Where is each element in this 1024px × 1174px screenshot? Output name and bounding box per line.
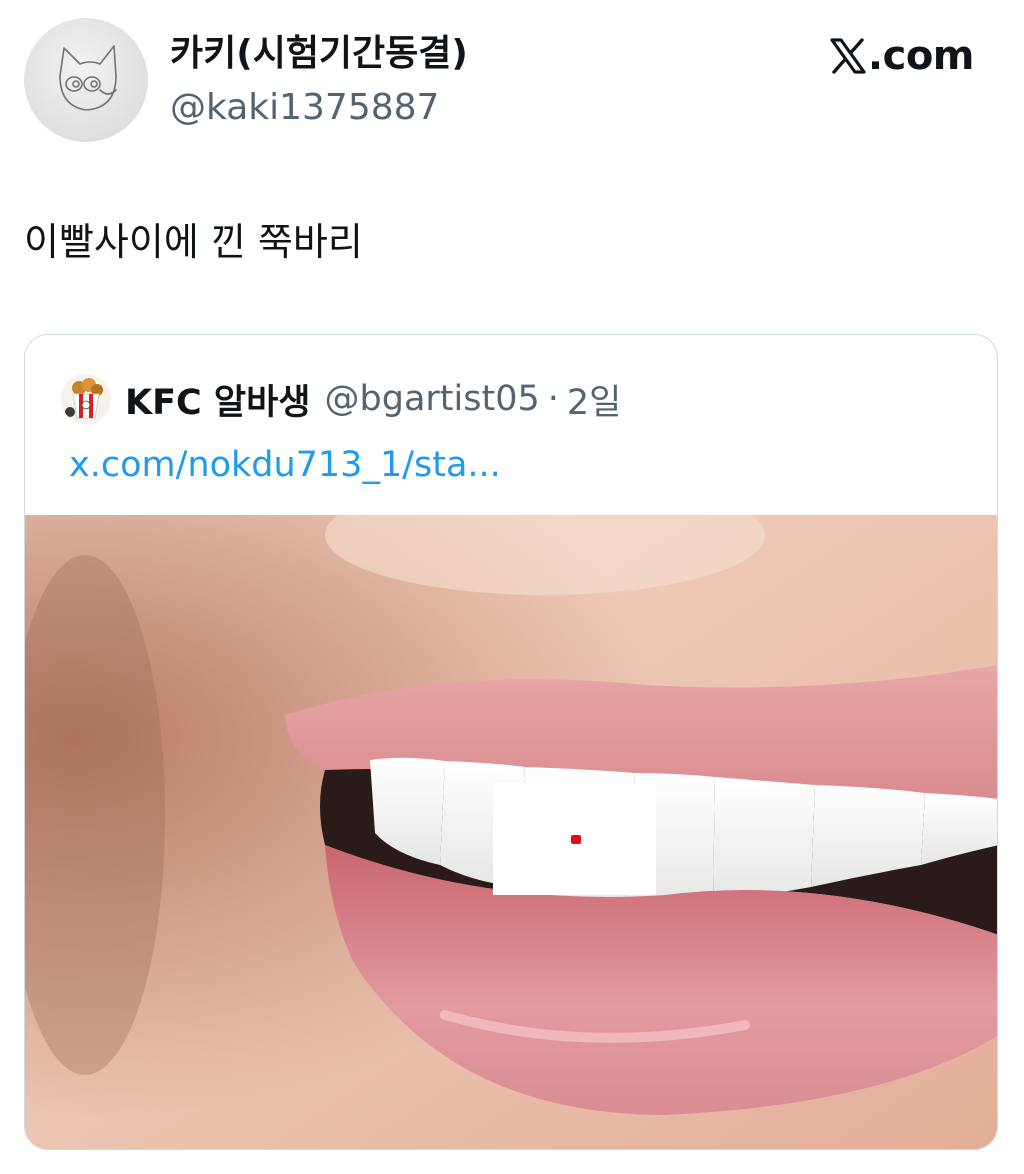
quoted-tweet-card[interactable]: KFC 알바생 @bgartist05 · 2일 x.com/nokdu713_… (24, 334, 998, 1150)
quoted-author-avatar[interactable] (61, 374, 111, 424)
brand-domain-text: .com (867, 33, 975, 79)
meta-separator: · (547, 379, 559, 419)
red-dot-marker (571, 835, 581, 844)
quoted-tweet-link[interactable]: x.com/nokdu713_1/sta... (69, 443, 501, 487)
tweet-screenshot: 카키(시험기간동결) @kaki1375887 .com 이빨사이에 낀 쭉바리 (0, 0, 1024, 1174)
x-brand-watermark: .com (828, 33, 975, 79)
x-logo-icon (830, 38, 866, 74)
redaction-box (493, 783, 656, 895)
quoted-tweet-timestamp[interactable]: 2일 (567, 374, 621, 425)
chicken-bucket-icon (61, 374, 111, 424)
author-avatar[interactable] (24, 18, 148, 142)
quoted-author-handle[interactable]: @bgartist05 (325, 379, 540, 419)
quoted-tweet-image[interactable] (25, 515, 997, 1149)
cat-drawing-icon (59, 45, 117, 111)
quoted-tweet-header: KFC 알바생 @bgartist05 · 2일 (61, 373, 621, 425)
quoted-author-display-name[interactable]: KFC 알바생 (125, 374, 311, 425)
author-handle[interactable]: @kaki1375887 (170, 86, 439, 130)
author-display-name[interactable]: 카키(시험기간동결) (170, 32, 468, 76)
tweet-body-text: 이빨사이에 낀 쭉바리 (24, 220, 363, 264)
